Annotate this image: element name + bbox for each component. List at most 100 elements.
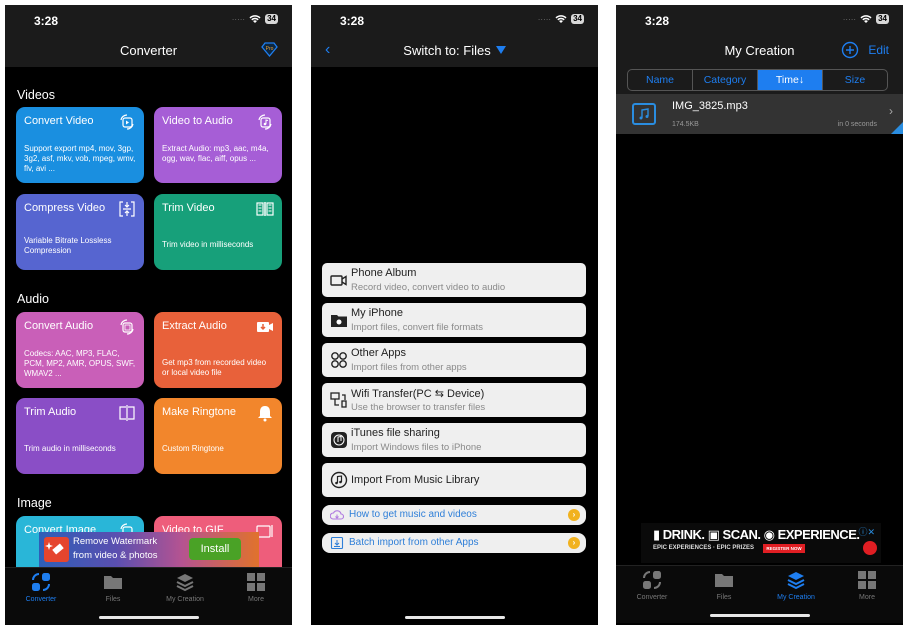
- film-trim-icon: [256, 202, 274, 216]
- tab-more[interactable]: More: [831, 570, 903, 601]
- ad-banner[interactable]: ▮ DRINK. ▣ SCAN. ◉ EXPERIENCE. EPIC EXPE…: [641, 523, 881, 563]
- option-subtitle: Import Windows files to iPhone: [351, 442, 482, 453]
- option-title: Import From Music Library: [351, 474, 480, 486]
- link-batch-import[interactable]: Batch import from other Apps ›: [322, 533, 586, 553]
- register-now-button[interactable]: REGISTER NOW: [763, 544, 805, 553]
- ad-headline: ▮ DRINK. ▣ SCAN. ◉ EXPERIENCE.: [653, 527, 860, 542]
- wifi-icon: [249, 15, 261, 23]
- card-description: Trim video in milliseconds: [162, 240, 254, 249]
- compress-video-card[interactable]: Compress Video Variable Bitrate Lossless…: [16, 194, 144, 270]
- file-size: 174.5KB: [672, 121, 699, 128]
- option-subtitle: Use the browser to transfer files: [351, 402, 486, 413]
- wifi-transfer-icon: [330, 392, 347, 408]
- edit-button[interactable]: Edit: [868, 43, 889, 57]
- signal-icon: ·····: [537, 14, 552, 24]
- extract-audio-card[interactable]: Extract Audio Get mp3 from recorded vide…: [154, 312, 282, 388]
- convert-audio-icon: [120, 319, 134, 335]
- sort-size[interactable]: Size: [823, 70, 887, 90]
- sort-name[interactable]: Name: [628, 70, 693, 90]
- bell-icon: [258, 406, 272, 422]
- file-row[interactable]: IMG_3825.mp3 174.5KB in 0 seconds ›: [616, 94, 903, 134]
- home-indicator: [709, 614, 810, 617]
- section-image: Image: [17, 496, 52, 510]
- option-other-apps[interactable]: Other Apps Import files from other apps: [322, 343, 586, 377]
- tab-label: More: [248, 596, 264, 603]
- video-camera-icon: [330, 275, 347, 286]
- tab-bar: Converter Files My Creation More: [5, 567, 292, 625]
- sort-category[interactable]: Category: [693, 70, 758, 90]
- tab-converter[interactable]: Converter: [616, 570, 688, 601]
- video-download-icon: [257, 322, 273, 332]
- sort-time[interactable]: Time↓: [758, 70, 823, 90]
- svg-text:Pro: Pro: [266, 46, 274, 52]
- switch-to-dropdown[interactable]: Switch to: Files: [311, 43, 598, 58]
- ad-subline: EPIC EXPERIENCES · EPIC PRIZES: [653, 545, 755, 551]
- tab-converter[interactable]: Converter: [5, 572, 77, 603]
- install-button[interactable]: Install: [189, 538, 241, 560]
- grid-icon: [247, 573, 265, 591]
- wifi-icon: [555, 15, 567, 23]
- convert-audio-card[interactable]: Convert Audio Codecs: AAC, MP3, FLAC, PC…: [16, 312, 144, 388]
- apps-icon: [331, 352, 347, 368]
- my-creation-screen: 3:28 ····· 34 My Creation Edit Name Cate…: [616, 5, 903, 625]
- option-itunes-file-sharing[interactable]: iTunes file sharing Import Windows files…: [322, 423, 586, 457]
- section-videos: Videos: [17, 88, 55, 102]
- option-phone-album[interactable]: Phone Album Record video, convert video …: [322, 263, 586, 297]
- option-wifi-transfer[interactable]: Wifi Transfer(PC ⇆ Device) Use the brows…: [322, 383, 586, 417]
- link-how-to-get-music[interactable]: How to get music and videos ›: [322, 505, 586, 525]
- tab-files[interactable]: Files: [77, 572, 149, 603]
- cloud-icon: [330, 510, 344, 520]
- file-name: IMG_3825.mp3: [672, 100, 748, 112]
- home-indicator: [404, 616, 505, 619]
- card-description: Trim audio in milliseconds: [24, 444, 116, 453]
- home-indicator: [98, 616, 199, 619]
- option-my-iphone[interactable]: My iPhone Import files, convert file for…: [322, 303, 586, 337]
- option-subtitle: Record video, convert video to audio: [351, 282, 506, 293]
- status-bar: 3:28 ····· 34: [311, 5, 598, 35]
- chevron-right-icon: ›: [568, 509, 580, 521]
- option-title: Phone Album: [351, 267, 417, 279]
- option-subtitle: Import files, convert file formats: [351, 322, 483, 333]
- make-ringtone-card[interactable]: Make Ringtone Custom Ringtone: [154, 398, 282, 474]
- itunes-icon: [331, 432, 347, 448]
- folder-icon: [715, 574, 733, 587]
- layers-icon: [176, 574, 194, 592]
- trim-audio-card[interactable]: Trim Audio Trim audio in milliseconds: [16, 398, 144, 474]
- add-circle-icon[interactable]: [841, 41, 859, 59]
- pro-diamond-icon[interactable]: Pro: [261, 42, 278, 57]
- sort-segmented-control: Name Category Time↓ Size: [627, 69, 888, 91]
- trim-video-card[interactable]: Trim Video Trim video in milliseconds: [154, 194, 282, 270]
- tab-label: Converter: [25, 596, 57, 603]
- battery-icon: 34: [876, 14, 889, 24]
- tab-label: Files: [716, 594, 732, 601]
- eraser-magic-icon: [44, 537, 69, 562]
- music-note-icon: [632, 103, 656, 125]
- file-time: in 0 seconds: [837, 121, 877, 128]
- video-to-audio-card[interactable]: Video to Audio Extract Audio: mp3, aac, …: [154, 107, 282, 183]
- link-label: Batch import from other Apps: [349, 537, 479, 548]
- status-time: 3:28: [645, 14, 670, 28]
- converter-icon: [643, 571, 661, 589]
- convert-video-card[interactable]: Convert Video Support export mp4, mov, 3…: [16, 107, 144, 183]
- ad-close-icon[interactable]: ⓘ✕: [858, 525, 875, 538]
- tab-label: My Creation: [777, 594, 815, 601]
- tab-my-creation[interactable]: My Creation: [149, 572, 221, 603]
- grid-icon: [858, 571, 876, 589]
- converter-screen: 3:28 ····· 34 Converter Pro Videos Conve…: [5, 5, 292, 625]
- battery-icon: 34: [265, 14, 278, 24]
- tab-more[interactable]: More: [220, 572, 292, 603]
- checkmark-corner-icon: [891, 122, 903, 134]
- tab-files[interactable]: Files: [688, 570, 760, 601]
- tab-my-creation[interactable]: My Creation: [760, 570, 832, 601]
- music-library-icon: [330, 471, 348, 489]
- tab-label: More: [859, 594, 875, 601]
- signal-icon: ·····: [231, 14, 246, 24]
- card-description: Support export mp4, mov, 3gp, 3g2, asf, …: [24, 144, 136, 173]
- option-import-music-library[interactable]: Import From Music Library: [322, 463, 586, 497]
- ad-banner[interactable]: Remove Watermark from video & photos Ins…: [39, 532, 259, 567]
- chevron-right-icon: ›: [889, 104, 893, 118]
- battery-icon: 34: [571, 14, 584, 24]
- option-title: iTunes file sharing: [351, 427, 440, 439]
- tab-label: My Creation: [166, 596, 204, 603]
- section-audio: Audio: [17, 292, 49, 306]
